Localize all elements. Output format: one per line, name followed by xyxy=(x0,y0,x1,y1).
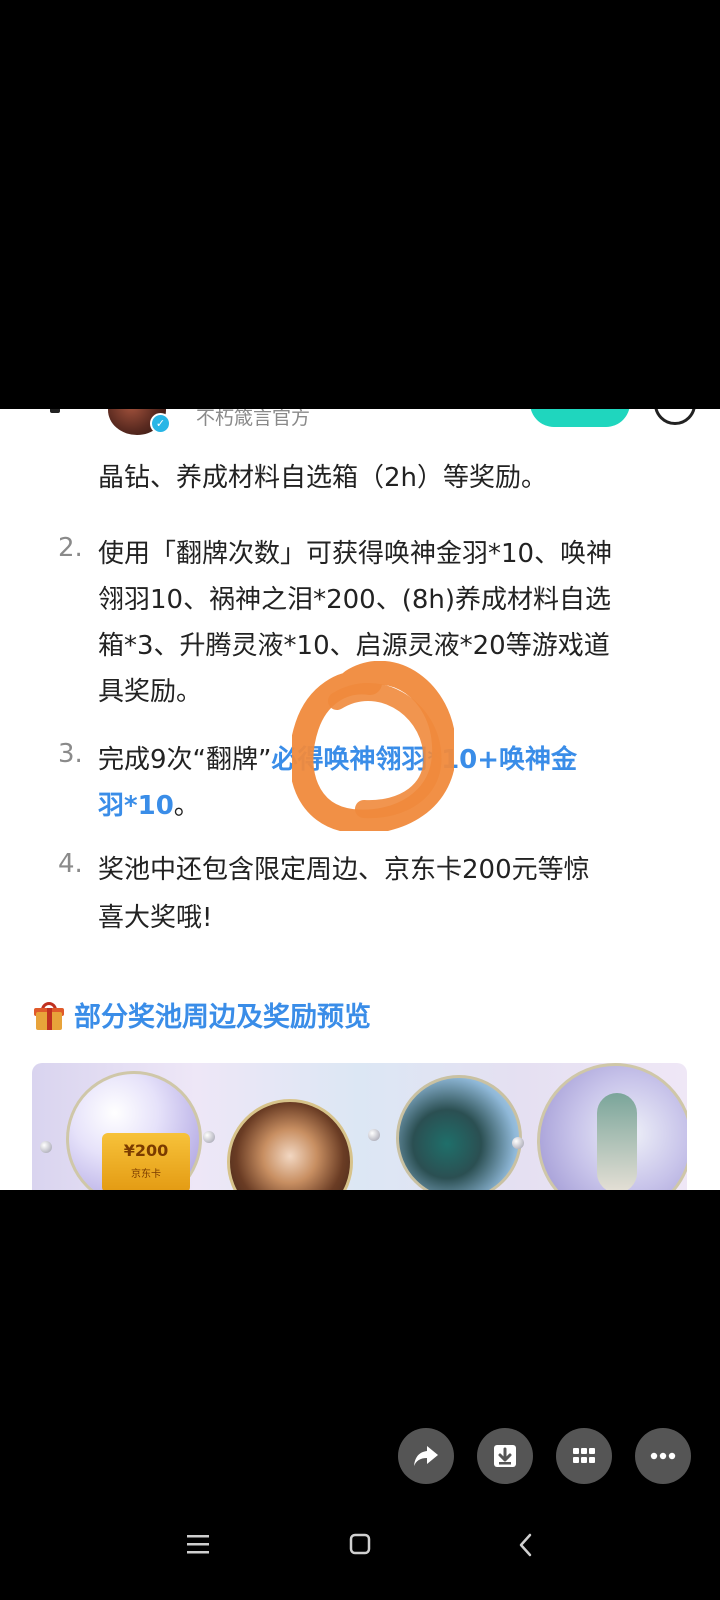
jd-card-value: ¥200 xyxy=(123,1141,169,1160)
screenshot-image[interactable]: ✓ 不朽箴言官方 ▔▔▔▔▔▔▔▔▔▔▔▔▔▔▔▔▔▔▔▔ 晶钻、养成材料自选箱… xyxy=(0,409,720,1190)
gallery-tile-character-2[interactable] xyxy=(362,1063,524,1190)
gallery-tile-character-3[interactable] xyxy=(527,1063,687,1190)
gift-icon xyxy=(34,1002,64,1030)
jd-card-label: 京东卡 xyxy=(131,1169,161,1180)
home-nav-icon[interactable] xyxy=(349,1533,371,1555)
list-item-3-highlight-2: 羽*10 xyxy=(98,791,174,821)
list-item-2-line-1: 使用「翻牌次数」可获得唤神金羽*10、唤神 xyxy=(98,539,613,569)
grid-menu-button[interactable] xyxy=(556,1428,612,1484)
list-item-2-line-4: 具奖励。 xyxy=(98,677,203,707)
more-icon xyxy=(650,1452,676,1460)
list-item-4-line-1: 奖池中还包含限定周边、京东卡200元等惊 xyxy=(98,855,590,885)
image-viewer: ✓ 不朽箴言官方 ▔▔▔▔▔▔▔▔▔▔▔▔▔▔▔▔▔▔▔▔ 晶钻、养成材料自选箱… xyxy=(0,0,720,1600)
list-item-4-line-2: 喜大奖哦! xyxy=(98,903,213,933)
list-number-3: 3. xyxy=(58,739,83,769)
grid-icon xyxy=(573,1448,595,1463)
menu-nav-icon[interactable] xyxy=(186,1533,210,1555)
list-item-2-line-2: 翎羽10、祸神之泪*200、(8h)养成材料自选 xyxy=(98,585,612,615)
follow-button[interactable] xyxy=(530,409,630,427)
section-title: 部分奖池周边及奖励预览 xyxy=(34,995,371,1034)
jd-card: ¥200 京东卡 xyxy=(102,1133,190,1190)
list-item-3-line-1: 完成9次“翻牌”必得唤神翎羽*10+唤神金 xyxy=(98,739,577,776)
cropped-text-line: ▔▔▔▔▔▔▔▔▔▔▔▔▔▔▔▔▔▔▔▔ xyxy=(96,431,656,439)
back-icon[interactable] xyxy=(50,409,60,413)
list-item-2-line-3: 箱*3、升腾灵液*10、启源灵液*20等游戏道 xyxy=(98,631,610,661)
gallery-tile-character-1[interactable] xyxy=(197,1063,357,1190)
list-item-3-line-2: 羽*10。 xyxy=(98,785,200,822)
list-item-3-suffix: 。 xyxy=(173,791,200,821)
more-options-icon[interactable] xyxy=(654,409,696,425)
list-number-4: 4. xyxy=(58,849,83,879)
list-number-2: 2. xyxy=(58,533,83,563)
reward-gallery[interactable]: ¥200 京东卡 xyxy=(32,1063,687,1190)
download-icon xyxy=(494,1445,516,1467)
share-icon xyxy=(414,1446,438,1466)
list-item-3-prefix: 完成9次“翻牌” xyxy=(98,745,272,775)
gallery-tile-jd-card[interactable]: ¥200 京东卡 xyxy=(32,1063,202,1190)
more-button[interactable] xyxy=(635,1428,691,1484)
download-button[interactable] xyxy=(477,1428,533,1484)
back-nav-icon[interactable] xyxy=(518,1533,534,1557)
list-item-1-tail: 晶钻、养成材料自选箱（2h）等奖励。 xyxy=(98,463,548,493)
share-button[interactable] xyxy=(398,1428,454,1484)
account-name: 不朽箴言官方 xyxy=(196,409,311,429)
list-item-3-highlight-1: 必得唤神翎羽*10+唤神金 xyxy=(271,745,578,775)
section-title-text: 部分奖池周边及奖励预览 xyxy=(74,1002,371,1033)
